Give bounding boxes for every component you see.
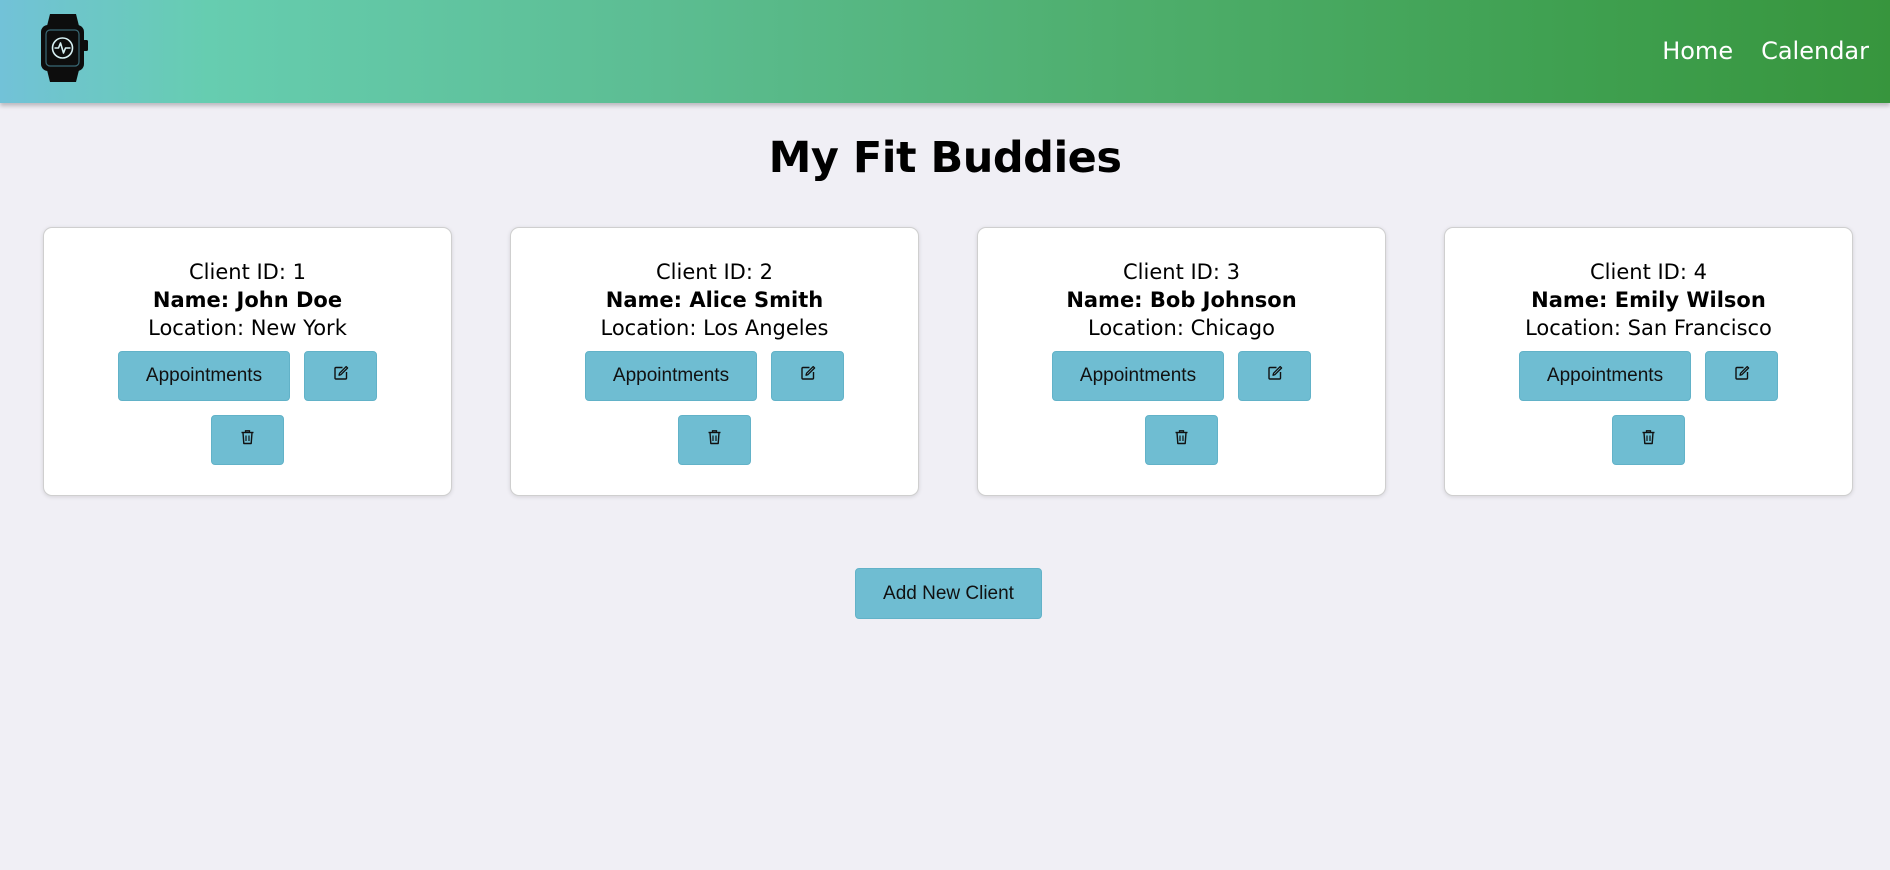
client-name: Name: Emily Wilson — [1531, 288, 1766, 312]
client-id: Client ID: 1 — [189, 260, 306, 284]
delete-client-button[interactable] — [1145, 415, 1218, 465]
trash-icon — [1174, 429, 1189, 451]
client-name: Name: John Doe — [152, 288, 343, 312]
client-card-list: Client ID: 1 Name: John Doe Location: Ne… — [43, 227, 1853, 496]
client-location: Location: Chicago — [1088, 316, 1275, 340]
appointments-button[interactable]: Appointments — [585, 351, 757, 401]
client-name: Name: Bob Johnson — [1066, 288, 1297, 312]
trash-icon — [1641, 429, 1656, 451]
trash-icon — [240, 429, 255, 451]
edit-client-button[interactable] — [1238, 351, 1311, 401]
client-location: Location: Los Angeles — [600, 316, 829, 340]
appointments-button[interactable]: Appointments — [1519, 351, 1691, 401]
edit-icon — [333, 365, 349, 387]
client-name: Name: Alice Smith — [605, 288, 824, 312]
smartwatch-icon[interactable] — [38, 12, 90, 84]
add-new-client-button[interactable]: Add New Client — [855, 568, 1042, 619]
edit-icon — [1267, 365, 1283, 387]
client-location: Location: New York — [148, 316, 347, 340]
client-card: Client ID: 3 Name: Bob Johnson Location:… — [977, 227, 1386, 496]
trash-icon — [707, 429, 722, 451]
client-card: Client ID: 2 Name: Alice Smith Location:… — [510, 227, 919, 496]
delete-client-button[interactable] — [1612, 415, 1685, 465]
client-id: Client ID: 2 — [656, 260, 773, 284]
appointments-button[interactable]: Appointments — [1052, 351, 1224, 401]
appointments-button[interactable]: Appointments — [118, 351, 290, 401]
client-id: Client ID: 3 — [1123, 260, 1240, 284]
delete-client-button[interactable] — [211, 415, 284, 465]
edit-client-button[interactable] — [304, 351, 377, 401]
client-location: Location: San Francisco — [1525, 316, 1772, 340]
client-card: Client ID: 1 Name: John Doe Location: Ne… — [43, 227, 452, 496]
nav-links: Home Calendar — [1662, 34, 1869, 68]
page-title: My Fit Buddies — [768, 133, 1122, 183]
edit-icon — [1734, 365, 1750, 387]
edit-client-button[interactable] — [771, 351, 844, 401]
client-id: Client ID: 4 — [1590, 260, 1707, 284]
nav-calendar-link[interactable]: Calendar — [1761, 34, 1869, 68]
nav-home-link[interactable]: Home — [1662, 34, 1733, 68]
edit-client-button[interactable] — [1705, 351, 1778, 401]
client-card: Client ID: 4 Name: Emily Wilson Location… — [1444, 227, 1853, 496]
edit-icon — [800, 365, 816, 387]
delete-client-button[interactable] — [678, 415, 751, 465]
top-navbar: Home Calendar — [0, 0, 1890, 103]
